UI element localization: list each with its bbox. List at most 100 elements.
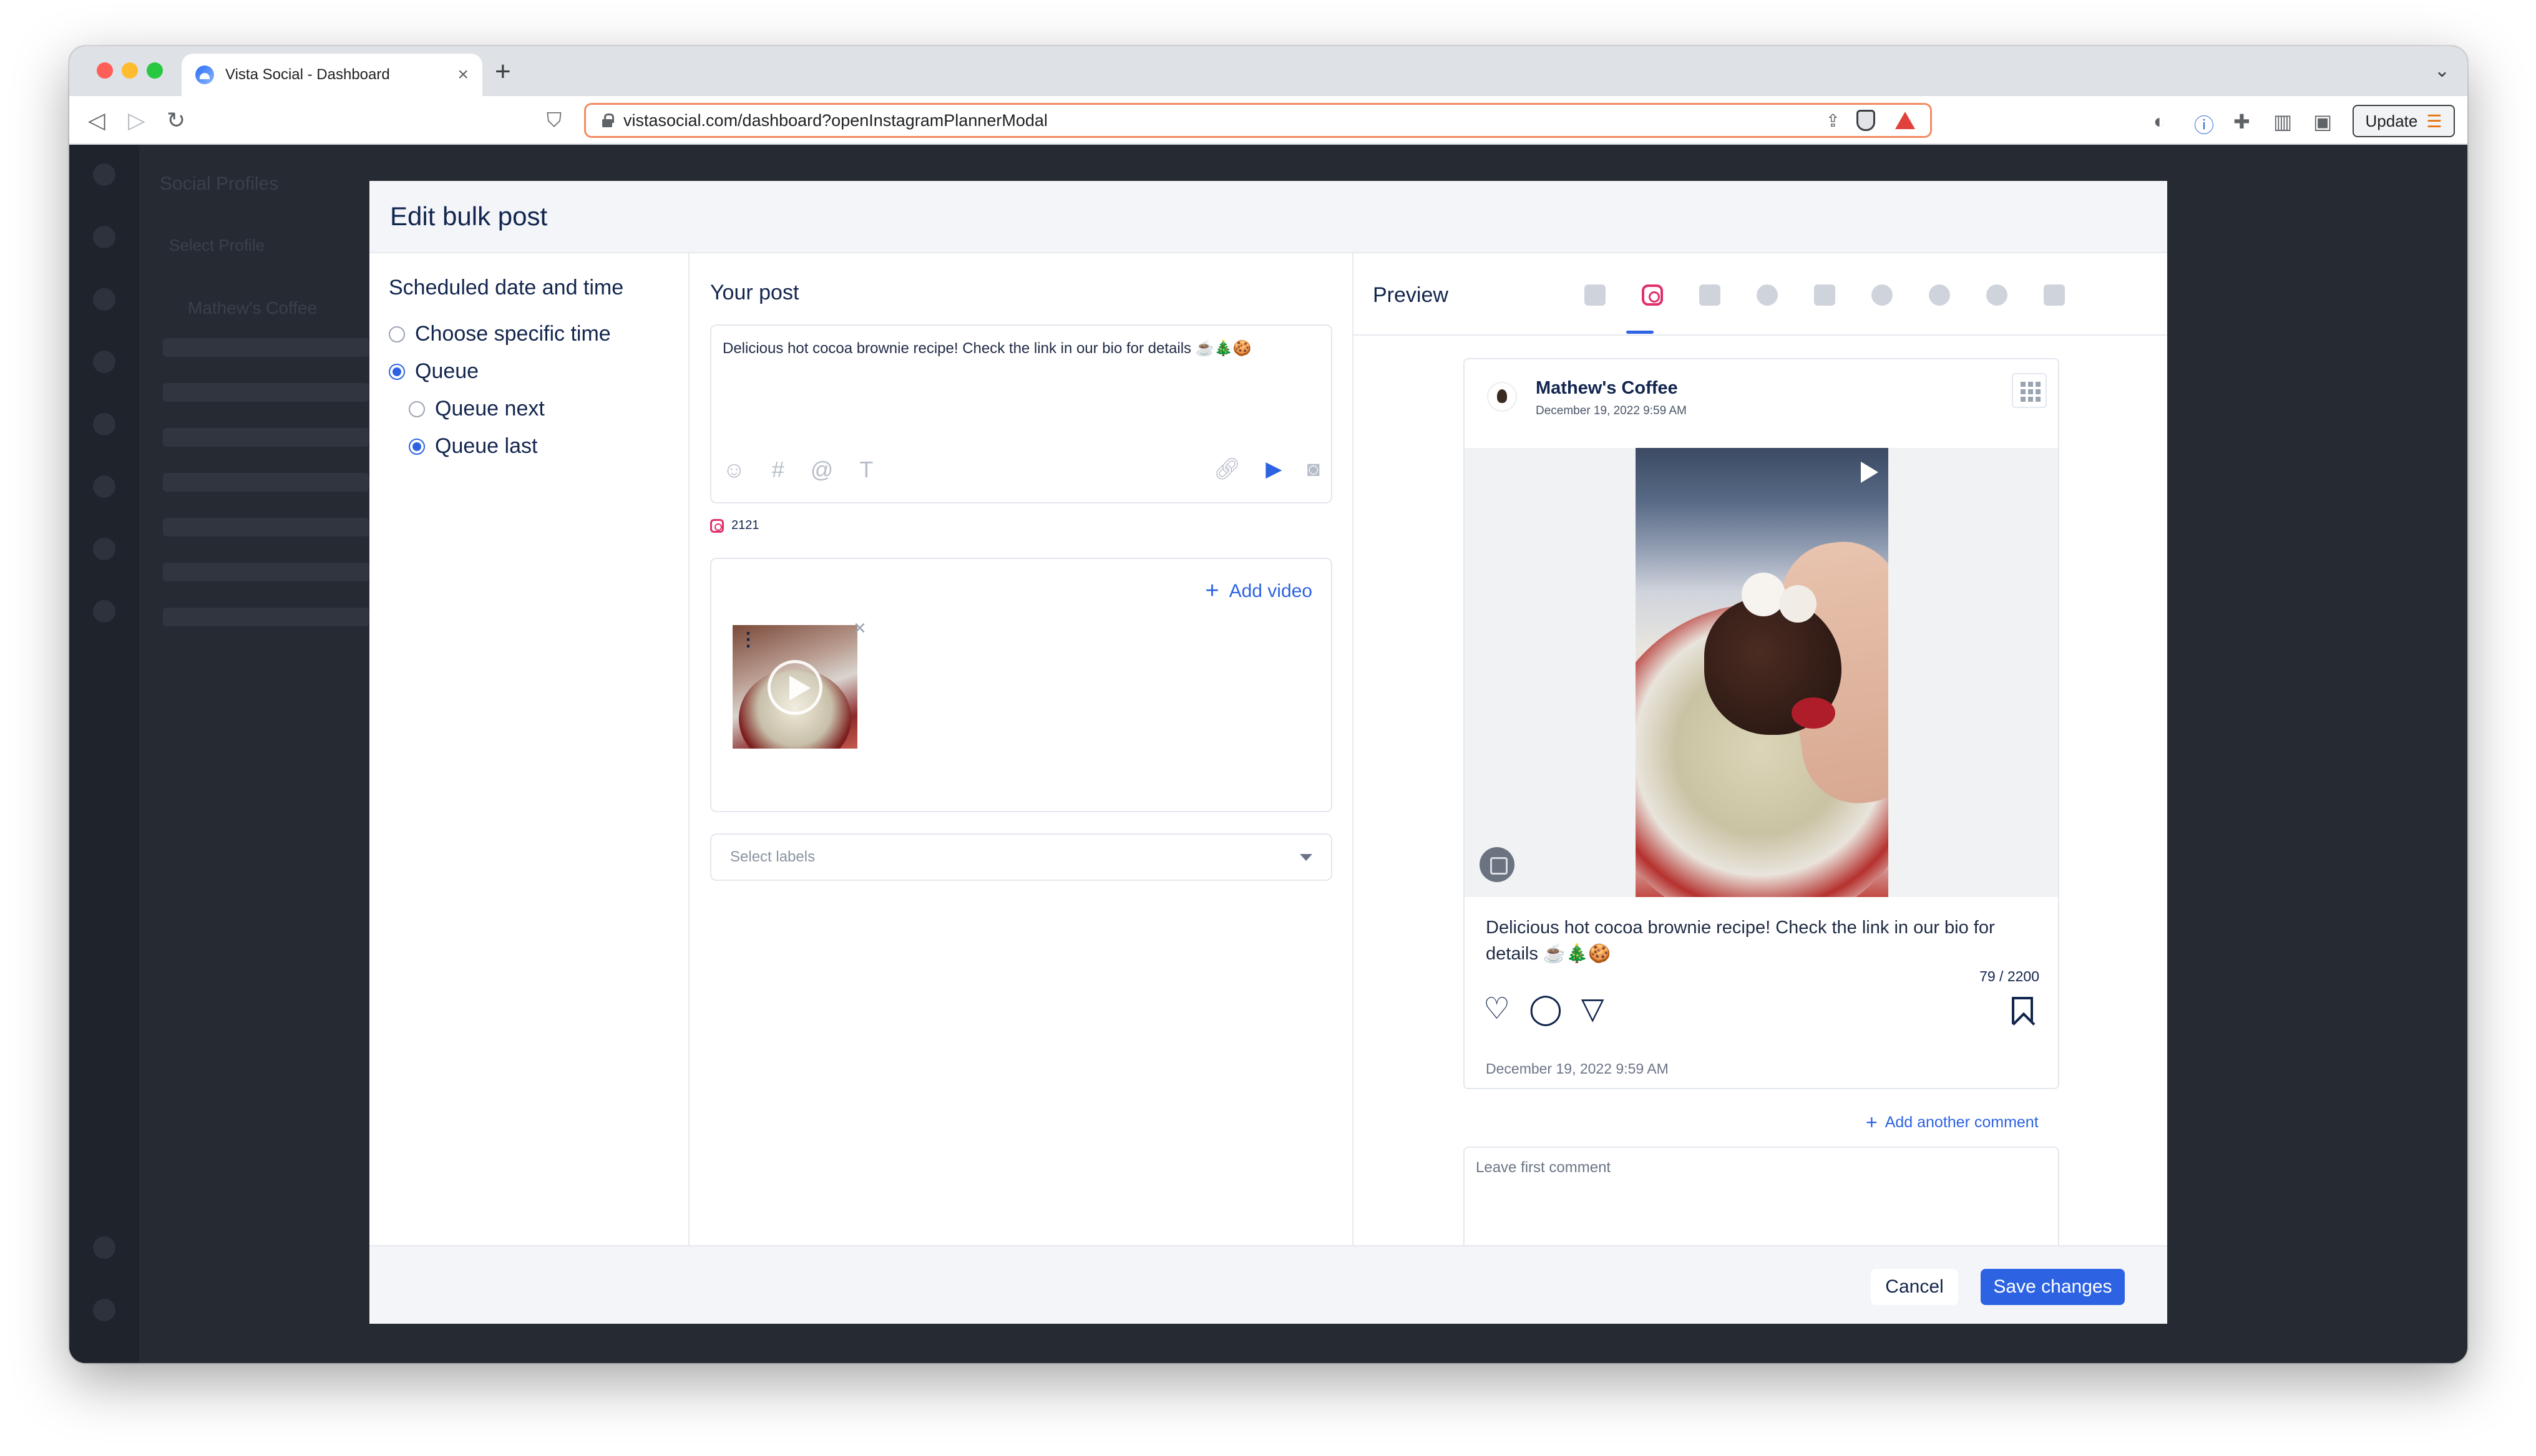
tab-bar: Vista Social - Dashboard × + ⌄ <box>69 46 2467 96</box>
chevron-down-icon[interactable]: ⌄ <box>2434 60 2450 82</box>
tab-close-icon[interactable]: × <box>457 64 469 85</box>
queue-radio[interactable]: Queue <box>389 359 479 384</box>
preview-header: Preview <box>1353 253 2167 336</box>
preview-column: Preview Mathew's Coffee December 19, 202… <box>1353 253 2167 1245</box>
mention-icon[interactable]: @ <box>811 457 834 483</box>
app-sidebar <box>69 145 139 1363</box>
address-bar[interactable]: vistasocial.com/dashboard?openInstagramP… <box>584 103 1932 138</box>
extension-icon[interactable]: ◐ <box>2153 110 2165 133</box>
instagram-preview-card: Mathew's Coffee December 19, 2022 9:59 A… <box>1463 358 2059 1089</box>
add-icon <box>93 1236 115 1259</box>
youtube-icon[interactable] <box>1814 284 1835 306</box>
share-icon[interactable]: ⇪ <box>1826 110 1840 131</box>
nail-shape <box>1792 697 1835 729</box>
radio-checked-icon[interactable] <box>409 438 425 455</box>
camera-icon[interactable]: ◙ <box>1307 457 1320 482</box>
add-comment-label: Add another comment <box>1885 1114 2039 1131</box>
post-formatting-tools: ☺ # @ T <box>723 457 873 483</box>
new-tab-button[interactable]: + <box>495 56 511 87</box>
tab-title: Vista Social - Dashboard <box>225 66 390 83</box>
preview-caption: Delicious hot cocoa brownie recipe! Chec… <box>1486 918 1995 964</box>
instagram-icon <box>710 518 724 533</box>
emoji-icon[interactable]: ☺ <box>723 457 746 483</box>
background-group: Mathew's Coffee <box>188 298 318 318</box>
schedule-title: Scheduled date and time <box>389 276 624 299</box>
update-button[interactable]: Update ☰ <box>2353 105 2455 137</box>
radio-unchecked-icon[interactable] <box>389 326 405 342</box>
video-icon[interactable]: ▶︎ <box>1266 457 1282 482</box>
plus-icon: + <box>1866 1111 1878 1133</box>
media-attachments: + Add video ⋮ × <box>710 558 1332 812</box>
labels-select[interactable]: Select labels <box>710 833 1332 881</box>
password-manager-icon[interactable]: ⓘ <box>2194 110 2214 138</box>
preview-title: Preview <box>1373 283 1448 307</box>
forward-icon[interactable]: ▷ <box>128 107 145 133</box>
play-icon[interactable] <box>1861 462 1878 483</box>
vista-social-favicon-icon <box>195 66 214 84</box>
listening-icon <box>93 600 115 623</box>
radio-checked-icon[interactable] <box>389 363 405 380</box>
choose-specific-time-radio[interactable]: Choose specific time <box>389 322 611 346</box>
marshmallow-shape <box>1742 573 1785 616</box>
modal-header: Edit bulk post <box>369 181 2167 253</box>
facebook-icon[interactable] <box>1584 284 1606 306</box>
instagram-char-count: 2121 <box>710 518 759 533</box>
shopping-bag-icon[interactable] <box>1480 847 1514 882</box>
remove-media-icon[interactable]: × <box>854 616 866 641</box>
post-text[interactable]: Delicious hot cocoa brownie recipe! Chec… <box>723 339 1251 357</box>
radio-label: Choose specific time <box>415 322 611 346</box>
brave-rewards-icon[interactable] <box>1895 112 1915 129</box>
labels-placeholder: Select labels <box>730 848 816 865</box>
background-row <box>163 428 369 447</box>
linkedin-icon[interactable] <box>1699 284 1720 306</box>
first-comment-input[interactable]: Leave first comment <box>1463 1147 2059 1245</box>
reports-icon <box>93 538 115 560</box>
avatar <box>1487 382 1517 412</box>
link-icon[interactable]: 🔗︎ <box>1214 457 1241 482</box>
play-icon[interactable] <box>768 660 822 715</box>
your-post-title: Your post <box>710 281 799 304</box>
browser-tab[interactable]: Vista Social - Dashboard × <box>182 54 482 96</box>
background-subtitle: Select Profile <box>169 236 265 255</box>
brave-shield-icon[interactable] <box>1856 110 1875 131</box>
close-window-button[interactable] <box>97 62 113 79</box>
google-icon[interactable] <box>1871 284 1893 306</box>
twitter-icon[interactable] <box>1757 284 1778 306</box>
save-changes-button[interactable]: Save changes <box>1981 1269 2125 1305</box>
radio-unchecked-icon[interactable] <box>409 400 425 417</box>
add-video-button[interactable]: + Add video <box>1205 578 1312 604</box>
text-format-icon[interactable]: T <box>859 457 873 483</box>
sidebar-icon[interactable]: ▥ <box>2273 110 2292 133</box>
background-row <box>163 518 369 536</box>
comment-placeholder: Leave first comment <box>1476 1159 1611 1176</box>
puzzle-icon[interactable]: ✚ <box>2233 110 2250 133</box>
active-tab-indicator <box>1626 331 1654 334</box>
queue-next-radio[interactable]: Queue next <box>409 397 545 421</box>
more-vertical-icon[interactable]: ⋮ <box>739 629 758 651</box>
background-row <box>163 608 369 626</box>
hashtag-icon[interactable]: # <box>772 457 784 483</box>
pinterest-icon[interactable] <box>1986 284 2007 306</box>
instagram-icon[interactable] <box>1642 284 1663 306</box>
background-row <box>163 473 369 492</box>
profile-name: Mathew's Coffee <box>1536 378 1678 398</box>
add-another-comment-button[interactable]: + Add another comment <box>1866 1111 2039 1134</box>
reddit-icon[interactable] <box>1929 284 1950 306</box>
grid-view-icon[interactable] <box>2012 373 2047 408</box>
post-text-editor[interactable]: Delicious hot cocoa brownie recipe! Chec… <box>710 324 1332 503</box>
minimize-window-button[interactable] <box>122 62 138 79</box>
tiktok-icon[interactable] <box>2044 284 2065 306</box>
bookmark-icon <box>2012 997 2033 1024</box>
cancel-button[interactable]: Cancel <box>1871 1269 1958 1305</box>
wallet-icon[interactable]: ▣ <box>2313 110 2332 133</box>
bookmark-icon[interactable]: ⛉ <box>547 109 562 132</box>
maximize-window-button[interactable] <box>147 62 163 79</box>
reload-icon[interactable]: ↻ <box>167 107 185 133</box>
queue-last-radio[interactable]: Queue last <box>409 434 537 459</box>
back-icon[interactable]: ◁ <box>88 107 105 133</box>
inbox-icon <box>93 475 115 498</box>
network-tabs <box>1584 284 2065 306</box>
post-editor-column: Your post Delicious hot cocoa brownie re… <box>690 253 1353 1245</box>
url-text[interactable]: vistasocial.com/dashboard?openInstagramP… <box>623 111 1826 130</box>
send-icon: ▽ <box>1581 993 1604 1026</box>
